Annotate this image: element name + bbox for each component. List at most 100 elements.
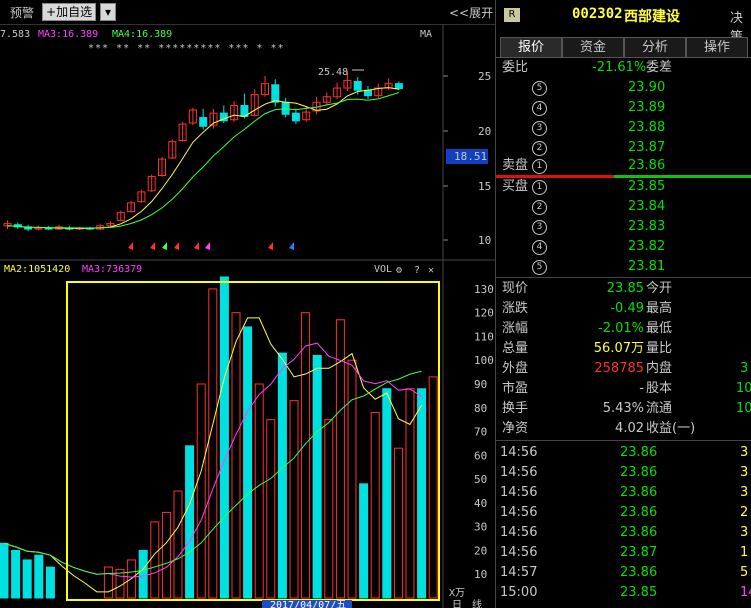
period-day-label[interactable]: 日: [452, 600, 462, 608]
trade-price: 23.86: [620, 565, 658, 580]
chart-toolbar: 预警 +加自选 ▾ <<展开: [0, 0, 495, 25]
tab-funds[interactable]: 资金: [562, 37, 624, 57]
price-tick-label: 25: [478, 70, 491, 83]
vol-tick-label: 10: [474, 568, 487, 581]
trade-price: 23.86: [620, 505, 658, 520]
stat-label-2: 最高: [646, 301, 673, 316]
bid-row: 买盘 1 23.85: [496, 177, 751, 197]
ask-row: 卖盘 1 23.86: [496, 156, 751, 176]
bid-price: 23.81: [628, 259, 666, 274]
volume-bar: [173, 490, 183, 599]
trade-volume: 1: [740, 545, 749, 560]
trade-price: 23.86: [620, 485, 658, 500]
signal-stars: *** ** ** ********* *** * **: [88, 43, 285, 54]
bid-level-icon: 4: [532, 240, 547, 255]
stat-label: 涨跌: [502, 301, 529, 316]
signal-arrow-icon: [205, 242, 210, 250]
stat-label: 净资: [502, 421, 529, 436]
tab-analysis[interactable]: 分析: [624, 37, 686, 57]
add-favorite-button[interactable]: +加自选: [42, 3, 97, 21]
weibi-label: 委比: [502, 60, 529, 75]
stat-label-2: 今开: [646, 281, 673, 296]
stat-value: 4.02: [615, 421, 644, 436]
volume-bar: [219, 276, 229, 599]
help-icon[interactable]: ?: [414, 265, 420, 276]
price-tick-label: 20: [478, 125, 491, 138]
candle-body: [291, 112, 300, 122]
bid-level-icon: 5: [532, 260, 547, 275]
stat-label-2: 收益(一): [646, 421, 696, 436]
expand-button[interactable]: <<展开: [449, 4, 493, 21]
stat-value: -2.01%: [598, 321, 644, 336]
signal-arrow-icon: [128, 242, 133, 250]
trade-time: 15:00: [500, 585, 538, 600]
volume-bar: [266, 419, 276, 599]
dropdown-arrow-icon[interactable]: ▾: [100, 3, 116, 21]
ask-row: 3 23.88: [496, 118, 751, 138]
signal-arrow-icon: [268, 242, 273, 250]
trade-row: 14:56 23.86 2: [496, 503, 751, 523]
trade-row: 14:57 23.86 5: [496, 563, 751, 583]
signal-arrow-icon: [162, 242, 167, 250]
trade-time: 14:56: [500, 445, 538, 460]
trade-price: 23.86: [620, 445, 658, 460]
close-icon[interactable]: ✕: [428, 265, 434, 276]
signal-arrow-icon: [289, 242, 294, 250]
trade-time: 14:56: [500, 525, 538, 540]
period-line-label[interactable]: 线: [472, 598, 482, 608]
stat-row: 现价 23.85 今开: [496, 279, 751, 299]
trade-row: 15:00 23.85 149: [496, 583, 751, 603]
stat-label-2: 最低: [646, 321, 673, 336]
trade-volume: 3: [740, 525, 749, 540]
volume-bar: [289, 400, 299, 599]
volume-bar: [0, 542, 9, 599]
volume-bar: [34, 554, 44, 599]
candle-body: [364, 89, 372, 97]
trade-time: 14:56: [500, 545, 538, 560]
bid-price: 23.82: [628, 239, 666, 254]
add-favorite-label: 加自选: [56, 5, 93, 19]
current-price-tag: 18.51: [454, 150, 487, 163]
ma-lines: [7, 87, 400, 229]
volume-bar: [11, 549, 21, 599]
bid-row: 5 23.81: [496, 257, 751, 277]
stat-label: 外盘: [502, 361, 529, 376]
alert-button[interactable]: 预警: [10, 4, 34, 21]
ask-row: 4 23.89: [496, 98, 751, 118]
volume-bar: [393, 447, 403, 599]
volume-bar: [185, 445, 195, 599]
volume-bar: [138, 549, 148, 599]
ask-row: 5 23.90: [496, 78, 751, 98]
trade-price: 23.86: [620, 465, 658, 480]
ma-tag: MA: [420, 29, 432, 40]
ask-level-icon: 4: [532, 101, 547, 116]
tab-operation[interactable]: 操作: [686, 37, 748, 57]
bid-row: 3 23.83: [496, 217, 751, 237]
bid-level-icon: 1: [532, 180, 547, 195]
stat-value: 23.85: [606, 281, 644, 296]
stat-extra: 3: [740, 361, 749, 376]
candle-body: [353, 80, 362, 91]
vol-unit: X万: [449, 588, 465, 599]
stat-row: 涨跌 -0.49 最高: [496, 299, 751, 319]
tab-quote[interactable]: 报价: [500, 37, 562, 57]
bid-price: 23.85: [628, 179, 666, 194]
trade-volume: 3: [740, 465, 749, 480]
stat-label: 总量: [502, 341, 529, 356]
trade-time: 14:57: [500, 565, 538, 580]
kline-chart: 7.583 MA3:16.389 MA4:16.389 MA *** ** **…: [0, 24, 495, 608]
trades-divider: [496, 440, 751, 441]
stat-label-2: 股本: [646, 381, 673, 396]
trade-time: 14:56: [500, 485, 538, 500]
signal-arrows: [128, 242, 294, 250]
stat-value: -0.49: [610, 301, 644, 316]
vol-tick-label: 100: [474, 354, 494, 367]
ask-level-icon: 1: [532, 159, 547, 174]
date-tag: 2017/04/07/五: [270, 600, 346, 608]
gear-icon[interactable]: ⚙: [395, 265, 402, 276]
trade-time: 14:56: [500, 465, 538, 480]
trade-row: 14:56 23.86 3: [496, 483, 751, 503]
stat-label-2: 流通: [646, 401, 673, 416]
vol-tick-label: 50: [474, 473, 487, 486]
stat-label: 现价: [502, 281, 529, 296]
